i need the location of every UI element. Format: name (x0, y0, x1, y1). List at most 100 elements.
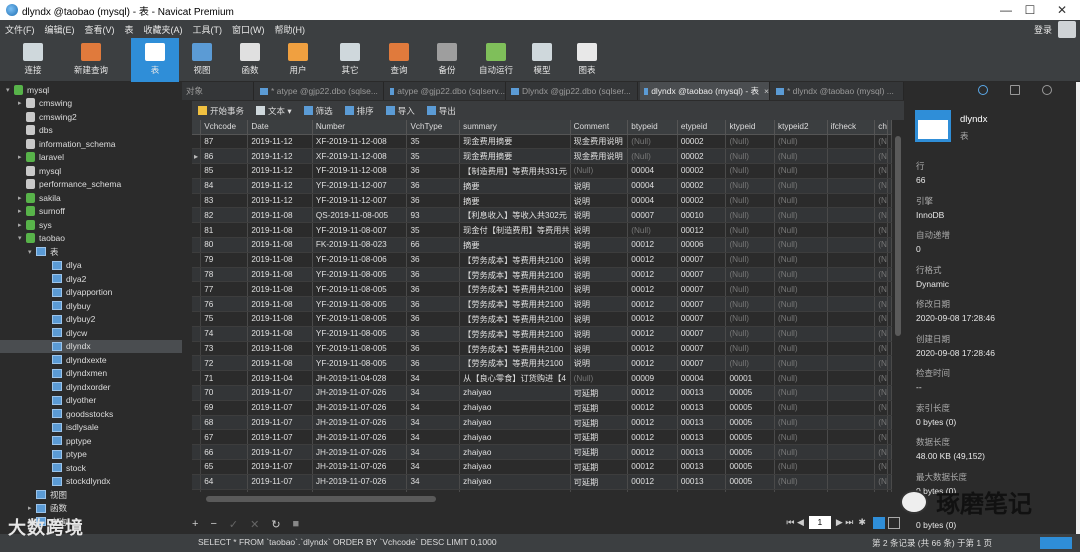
toolbar-chart-button[interactable]: 图表 (569, 38, 605, 82)
table-cell[interactable]: 00002 (677, 163, 727, 179)
tree-item-dlya[interactable]: dlya (0, 259, 182, 273)
table-cell[interactable]: 70 (200, 385, 249, 401)
expand-arrow-icon[interactable]: ▸ (28, 504, 36, 512)
table-cell[interactable]: 说明 (570, 178, 629, 194)
table-cell[interactable]: 可延期 (570, 474, 629, 490)
table-cell[interactable]: 2019-11-08 (247, 355, 313, 372)
table-cell[interactable]: (Null) (627, 148, 678, 165)
table-cell[interactable]: 78 (200, 267, 249, 283)
table-cell[interactable]: 2019-11-08 (247, 326, 313, 342)
table-cell[interactable]: 00012 (627, 385, 678, 401)
table-cell[interactable]: 65 (200, 459, 249, 475)
table-cell[interactable]: zhaiyao (459, 415, 571, 431)
objbar-transaction-button[interactable]: 开始事务 (198, 105, 244, 117)
table-row[interactable]: 69 2019-11-07 JH-2019-11-07-026 34 zhaiyao 可延… (192, 400, 892, 416)
table-cell[interactable]: (Null) (725, 326, 776, 342)
column-header[interactable]: Vchcode (200, 120, 249, 135)
tree-item-dbs[interactable]: dbs (0, 124, 182, 138)
table-cell[interactable] (827, 415, 876, 431)
toolbar-table-button[interactable]: 表 (131, 38, 179, 82)
column-header[interactable]: etypeid (677, 120, 727, 135)
table-row[interactable]: 77 2019-11-08 YF-2019-11-08-005 36 【劳务成本】等费用… (192, 281, 892, 298)
table-cell[interactable]: 说明 (570, 222, 629, 239)
table-cell[interactable]: 00012 (627, 267, 678, 283)
discard-icon[interactable]: ✕ (250, 518, 259, 531)
table-cell[interactable]: 00004 (627, 193, 678, 209)
column-header[interactable]: VchType (406, 120, 461, 135)
menu-item[interactable]: 编辑(E) (40, 23, 80, 36)
table-cell[interactable]: 摘要 (459, 237, 571, 253)
table-cell[interactable]: 【劳务成本】等费用共2100 (459, 296, 571, 313)
table-cell[interactable] (827, 385, 876, 401)
table-cell[interactable]: YF-2019-11-12-007 (312, 178, 408, 194)
table-cell[interactable]: 36 (406, 355, 461, 372)
table-cell[interactable]: 00007 (677, 341, 727, 357)
table-cell[interactable]: 34 (406, 429, 461, 446)
tree-item-sys[interactable]: ▸ sys (0, 218, 182, 232)
table-cell[interactable]: 36 (406, 178, 461, 194)
close-button[interactable]: ✕ (1044, 0, 1080, 20)
table-cell[interactable] (827, 134, 876, 150)
tree-item-laravel[interactable]: ▸ laravel (0, 151, 182, 165)
table-cell[interactable]: (Null) (725, 237, 776, 253)
expand-arrow-icon[interactable]: ▾ (18, 234, 26, 242)
tree-item-dlyndxmen[interactable]: dlyndxmen (0, 367, 182, 381)
table-cell[interactable]: (N (874, 385, 888, 401)
table-cell[interactable]: (Null) (774, 148, 828, 165)
table-cell[interactable] (827, 326, 876, 342)
table-cell[interactable]: 00005 (725, 444, 776, 461)
table-cell[interactable]: zhaiyao (459, 429, 571, 446)
table-cell[interactable]: (N (874, 237, 888, 253)
table-cell[interactable]: 现金费用说明 (570, 148, 629, 165)
table-cell[interactable]: (Null) (774, 237, 828, 253)
table-cell[interactable]: YF-2019-11-12-008 (312, 163, 408, 179)
tree-item-surnoff[interactable]: ▸ surnoff (0, 205, 182, 219)
table-cell[interactable]: 2019-11-07 (247, 474, 313, 490)
table-cell[interactable]: 00005 (725, 415, 776, 431)
table-cell[interactable]: JH-2019-11-07-026 (312, 400, 408, 416)
table-cell[interactable] (827, 341, 876, 357)
table-cell[interactable] (827, 222, 876, 239)
table-cell[interactable]: (Null) (725, 163, 776, 179)
table-cell[interactable]: JH-2019-11-04-028 (312, 370, 408, 387)
avatar-icon[interactable] (1058, 21, 1076, 38)
table-row[interactable]: 78 2019-11-08 YF-2019-11-08-005 36 【劳务成本】等费用… (192, 267, 892, 283)
table-cell[interactable]: 34 (406, 459, 461, 475)
table-row[interactable]: 81 2019-11-08 YF-2019-11-08-007 35 现金付【制造费用】… (192, 222, 892, 239)
tree-item-folder[interactable]: 视图 (0, 488, 182, 502)
table-cell[interactable] (827, 148, 876, 165)
table-cell[interactable]: 00012 (627, 341, 678, 357)
table-row[interactable]: 67 2019-11-07 JH-2019-11-07-026 34 zhaiyao 可延… (192, 429, 892, 446)
table-cell[interactable]: 可延期 (570, 385, 629, 401)
tab-1[interactable]: * atype @gjp22.dbo (sqlse... (256, 82, 384, 100)
tree-item-goodsstocks[interactable]: goodsstocks (0, 407, 182, 421)
table-cell[interactable]: (Null) (570, 163, 629, 179)
table-cell[interactable]: 00002 (677, 193, 727, 209)
table-cell[interactable]: (N (874, 134, 888, 150)
table-cell[interactable]: 可延期 (570, 415, 629, 431)
table-cell[interactable]: (Null) (774, 341, 828, 357)
toolbar-model-button[interactable]: 模型 (525, 38, 559, 82)
tree-item-folder[interactable]: ▸ 函数 (0, 502, 182, 516)
table-cell[interactable]: 00007 (677, 311, 727, 327)
table-cell[interactable]: 00012 (677, 222, 727, 239)
table-cell[interactable]: 2019-11-07 (247, 444, 313, 461)
table-cell[interactable]: (Null) (725, 193, 776, 209)
table-cell[interactable]: (Null) (774, 252, 828, 268)
table-cell[interactable]: 从【良心零食】订货购进【4 (459, 370, 571, 387)
table-row[interactable]: 68 2019-11-07 JH-2019-11-07-026 34 zhaiyao 可延… (192, 415, 892, 431)
table-cell[interactable] (827, 459, 876, 475)
table-cell[interactable]: 66 (200, 444, 249, 461)
table-cell[interactable]: 00004 (627, 163, 678, 179)
table-cell[interactable]: 00007 (677, 281, 727, 298)
table-cell[interactable] (827, 400, 876, 416)
table-cell[interactable]: 【劳务成本】等费用共2100 (459, 341, 571, 357)
expand-arrow-icon[interactable]: ▾ (6, 86, 14, 94)
table-cell[interactable]: 【劳务成本】等费用共2100 (459, 267, 571, 283)
table-cell[interactable]: (Null) (725, 148, 776, 165)
table-cell[interactable]: 00013 (677, 385, 727, 401)
table-cell[interactable]: 00007 (677, 355, 727, 372)
column-header[interactable]: ifcheck (827, 120, 876, 135)
table-cell[interactable]: (N (874, 222, 888, 239)
table-cell[interactable]: (Null) (627, 134, 678, 150)
